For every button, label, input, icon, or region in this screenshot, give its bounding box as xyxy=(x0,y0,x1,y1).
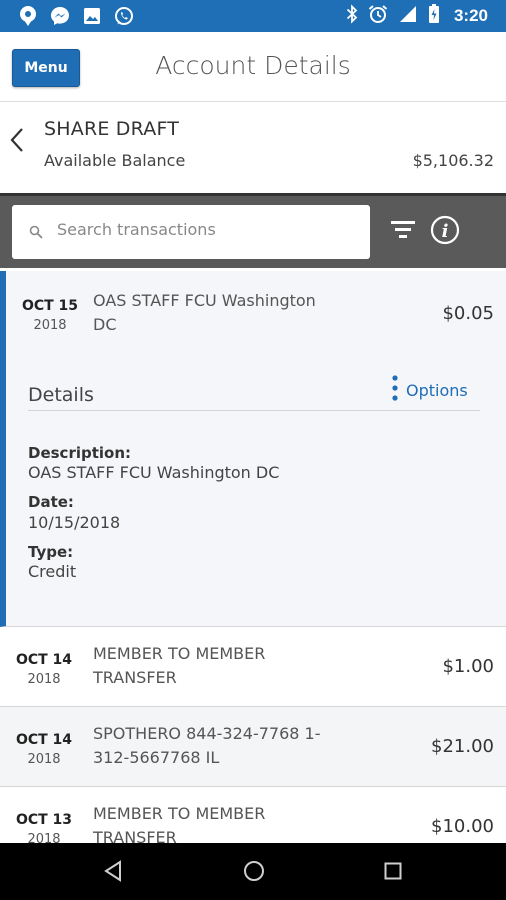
back-triangle-icon[interactable] xyxy=(103,860,123,886)
recents-square-icon[interactable] xyxy=(384,862,402,884)
transaction-month-day: OCT 13 xyxy=(15,812,73,828)
transaction-item[interactable]: OCT 14 2018 SPOTHERO 844-324-7768 1- 312… xyxy=(0,707,506,787)
location-pin-icon xyxy=(18,6,38,26)
back-chevron-icon[interactable] xyxy=(6,125,30,155)
description-label: Description: xyxy=(28,444,132,462)
transaction-description-line: TRANSFER xyxy=(93,828,177,843)
transaction-year: 2018 xyxy=(27,832,61,843)
transaction-month-day: OCT 15 xyxy=(21,298,79,314)
transaction-amount: $10.00 xyxy=(431,816,494,837)
transaction-year: 2018 xyxy=(27,752,61,767)
whatsapp-icon xyxy=(114,6,134,26)
app-header: Menu Account Details xyxy=(0,32,506,102)
transaction-description: OAS STAFF FCU Washington DC xyxy=(93,289,333,337)
type-label: Type: xyxy=(28,543,74,561)
details-divider xyxy=(28,410,480,411)
transaction-year: 2018 xyxy=(27,672,61,687)
search-toolbar: i xyxy=(0,193,506,268)
bluetooth-icon xyxy=(346,4,358,28)
transaction-amount: $21.00 xyxy=(431,736,494,757)
transaction-item-expanded[interactable]: OCT 15 2018 OAS STAFF FCU Washington DC … xyxy=(0,271,506,627)
gallery-icon xyxy=(82,6,102,26)
transaction-date: OCT 14 2018 xyxy=(0,732,88,767)
alarm-icon xyxy=(368,4,388,28)
transaction-date: OCT 13 2018 xyxy=(0,812,88,843)
options-button[interactable]: Options xyxy=(392,375,468,405)
transaction-item[interactable]: OCT 13 2018 MEMBER TO MEMBER TRANSFER $1… xyxy=(0,787,506,843)
search-box[interactable] xyxy=(12,205,370,259)
transaction-description: SPOTHERO 844-324-7768 1- 312-5667768 IL xyxy=(93,722,333,770)
transaction-month-day: OCT 14 xyxy=(15,732,73,748)
transaction-amount: $1.00 xyxy=(442,656,494,677)
type-value: Credit xyxy=(28,562,77,581)
system-nav-bar xyxy=(0,843,506,900)
transaction-description-line: SPOTHERO 844-324-7768 1- xyxy=(93,724,321,743)
more-vertical-icon xyxy=(392,375,398,405)
search-icon xyxy=(29,224,43,243)
transaction-month-day: OCT 14 xyxy=(15,652,73,668)
svg-text:i: i xyxy=(442,221,449,242)
transaction-amount: $0.05 xyxy=(442,303,494,324)
date-value: 10/15/2018 xyxy=(28,513,121,532)
transaction-description-line: TRANSFER xyxy=(93,668,177,687)
filter-icon[interactable] xyxy=(390,220,416,244)
transaction-list: OCT 15 2018 OAS STAFF FCU Washington DC … xyxy=(0,271,506,843)
search-input[interactable] xyxy=(57,220,357,239)
description-value: OAS STAFF FCU Washington DC xyxy=(28,463,280,482)
transaction-description-line: MEMBER TO MEMBER xyxy=(93,644,266,663)
account-summary: SHARE DRAFT Available Balance $5,106.32 xyxy=(0,103,506,193)
transaction-description: MEMBER TO MEMBER TRANSFER xyxy=(93,802,333,843)
home-circle-icon[interactable] xyxy=(243,860,265,886)
battery-icon xyxy=(428,4,440,28)
transaction-description-line: 312-5667768 IL xyxy=(93,748,220,767)
transaction-description-line: OAS STAFF FCU Washington xyxy=(93,291,316,310)
info-icon[interactable]: i xyxy=(430,215,460,249)
transaction-description-line: DC xyxy=(93,315,117,334)
signal-icon xyxy=(398,4,418,28)
messenger-icon xyxy=(50,6,70,26)
transaction-date: OCT 15 2018 xyxy=(6,298,94,333)
available-balance-label: Available Balance xyxy=(44,151,186,170)
transaction-year: 2018 xyxy=(33,318,67,333)
details-heading: Details xyxy=(28,384,94,406)
date-label: Date: xyxy=(28,493,74,511)
transaction-item[interactable]: OCT 14 2018 MEMBER TO MEMBER TRANSFER $1… xyxy=(0,627,506,707)
status-time: 3:20 xyxy=(453,6,488,25)
options-label: Options xyxy=(406,380,468,400)
page-title: Account Details xyxy=(155,51,351,80)
transaction-date: OCT 14 2018 xyxy=(0,652,88,687)
status-bar: 3:20 xyxy=(0,0,506,32)
account-name: SHARE DRAFT xyxy=(44,118,180,140)
transaction-description: MEMBER TO MEMBER TRANSFER xyxy=(93,642,333,690)
transaction-description-line: MEMBER TO MEMBER xyxy=(93,804,266,823)
available-balance-value: $5,106.32 xyxy=(412,151,494,170)
